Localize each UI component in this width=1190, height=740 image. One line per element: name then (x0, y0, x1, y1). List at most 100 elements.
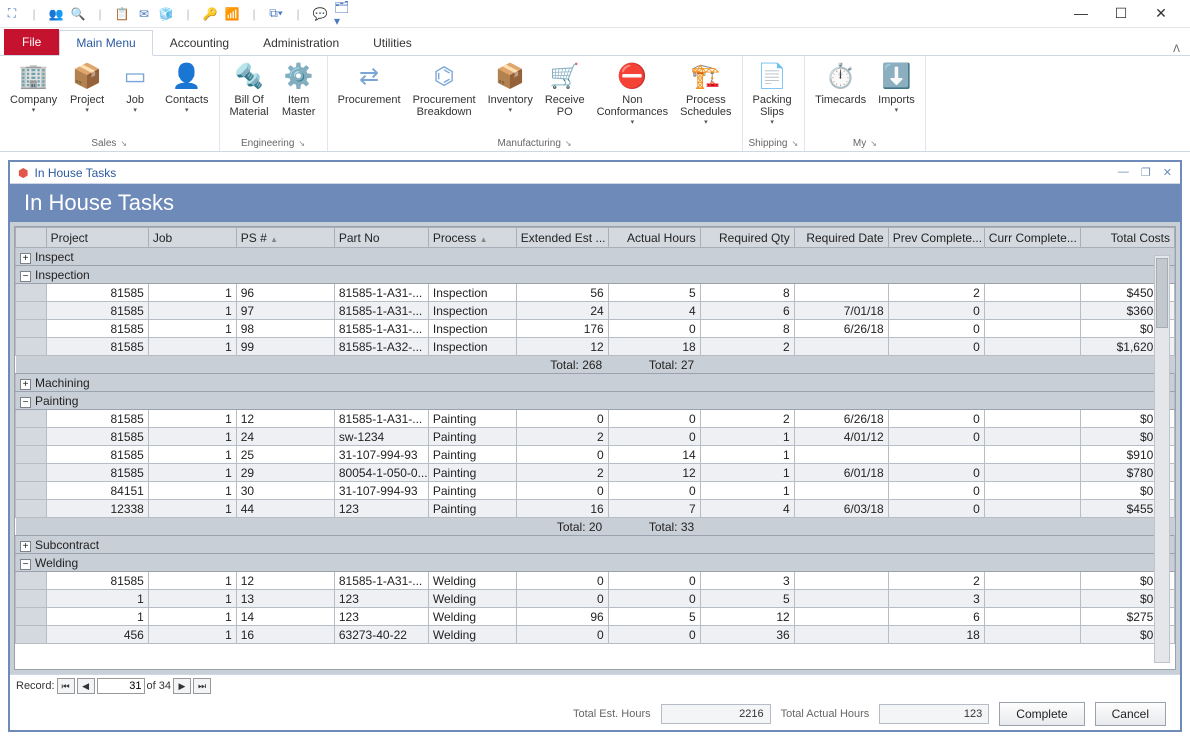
group-row[interactable]: −Welding (16, 554, 1175, 572)
table-row[interactable]: 8415113031-107-994-93Painting0010$0.00 (16, 482, 1175, 500)
group-label-shipping: Shipping (749, 138, 788, 149)
nonconformances-button[interactable]: ⛔Non Conformances ▾ (593, 58, 673, 136)
job-button[interactable]: ▭Job▾ (113, 58, 157, 136)
qat-icon[interactable]: 🔍 (70, 6, 86, 22)
mdi-close-icon[interactable]: ✕ (1163, 166, 1172, 179)
record-navigator: Record: ⏮ ◀ of 34 ▶ ⏭ (10, 675, 1180, 697)
qat-icon[interactable]: ⧉▾ (268, 6, 284, 22)
file-tab[interactable]: File (4, 29, 59, 55)
close-button[interactable]: ✕ (1148, 5, 1174, 22)
tab-accounting[interactable]: Accounting (153, 29, 246, 55)
scrollbar-thumb[interactable] (1156, 258, 1168, 328)
contacts-icon: 👤 (171, 60, 203, 92)
table-row[interactable]: 1113123Welding0053$0.00 (16, 590, 1175, 608)
tree-icon: ⌬ (428, 60, 460, 92)
cart-icon: 🛒 (549, 60, 581, 92)
nav-next-button[interactable]: ▶ (173, 678, 191, 694)
group-row[interactable]: +Machining (16, 374, 1175, 392)
table-row[interactable]: 8158512980054-1-050-0...Painting21216/01… (16, 464, 1175, 482)
total-est-field (661, 704, 771, 724)
packing-slips-button[interactable]: 📄Packing Slips ▾ (749, 58, 796, 136)
table-row[interactable]: 8158511281585-1-A31-...Painting0026/26/1… (16, 410, 1175, 428)
page-header: In House Tasks (10, 184, 1180, 222)
group-label-my: My (853, 138, 866, 149)
group-row[interactable]: −Painting (16, 392, 1175, 410)
record-input[interactable] (97, 678, 145, 694)
ribbon: 🏢Company▾ 📦Project▾ ▭Job▾ 👤Contacts▾ Sal… (0, 56, 1190, 152)
company-icon: 🏢 (18, 60, 50, 92)
mdi-restore-icon[interactable]: ❐ (1141, 166, 1151, 179)
record-of-label: of 34 (147, 680, 171, 692)
qat-icon[interactable]: ✉ (136, 6, 152, 22)
stop-icon: ⛔ (616, 60, 648, 92)
qat-icon[interactable]: 📋 (114, 6, 130, 22)
table-row[interactable]: 81585124sw-1234Painting2014/01/120$0.00 (16, 428, 1175, 446)
dialog-launcher-icon[interactable]: ↘ (791, 139, 798, 148)
tab-main-menu[interactable]: Main Menu (59, 30, 152, 56)
dialog-launcher-icon[interactable]: ↘ (298, 139, 305, 148)
app-icon: ⛶ (4, 6, 20, 22)
window-title: In House Tasks (34, 166, 116, 180)
receive-po-button[interactable]: 🛒Receive PO (541, 58, 589, 136)
table-row[interactable]: 8158511281585-1-A31-...Welding0032$0.00 (16, 572, 1175, 590)
vertical-scrollbar[interactable] (1154, 255, 1170, 663)
project-button[interactable]: 📦Project▾ (65, 58, 109, 136)
dialog-launcher-icon[interactable]: ↘ (870, 139, 877, 148)
table-row[interactable]: 8158519781585-1-A31-...Inspection24467/0… (16, 302, 1175, 320)
complete-button[interactable]: Complete (999, 702, 1084, 726)
mdi-minimize-icon[interactable]: — (1118, 166, 1129, 179)
qat-icon[interactable]: 📶 (224, 6, 240, 22)
gear-icon: ⚙️ (283, 60, 315, 92)
inventory-button[interactable]: 📦Inventory▾ (484, 58, 537, 136)
nav-first-button[interactable]: ⏮ (57, 678, 75, 694)
table-row[interactable]: 12338144123Painting16746/03/180$455.00 (16, 500, 1175, 518)
bom-button[interactable]: 🔩Bill Of Material (226, 58, 273, 136)
group-row[interactable]: +Subcontract (16, 536, 1175, 554)
procurement-button[interactable]: ⇄Procurement (334, 58, 405, 136)
timecards-button[interactable]: ⏱️Timecards (811, 58, 870, 136)
total-est-label: Total Est. Hours (573, 708, 651, 720)
imports-button[interactable]: ⬇️Imports▾ (874, 58, 919, 136)
box-icon: 📦 (494, 60, 526, 92)
qat-icon[interactable]: 💬 (312, 6, 328, 22)
group-total-row: Total: 268Total: 27 (16, 356, 1175, 374)
table-row[interactable]: 8158512531-107-994-93Painting0141$910.00 (16, 446, 1175, 464)
maximize-button[interactable]: ☐ (1108, 5, 1134, 22)
nav-last-button[interactable]: ⏭ (193, 678, 211, 694)
sort-icon: ▲ (270, 235, 278, 244)
group-total-row: Total: 20Total: 33 (16, 518, 1175, 536)
mdi-window: ⬢ In House Tasks — ❐ ✕ In House Tasks Pr… (8, 160, 1182, 732)
qat-icon[interactable]: 🗂▾ (334, 6, 350, 22)
tab-administration[interactable]: Administration (246, 29, 356, 55)
table-row[interactable]: 1114123Welding965126$275.00 (16, 608, 1175, 626)
process-schedules-button[interactable]: 🏗️Process Schedules ▾ (676, 58, 735, 136)
import-icon: ⬇️ (880, 60, 912, 92)
company-button[interactable]: 🏢Company▾ (6, 58, 61, 136)
window-icon: ⬢ (18, 166, 28, 180)
total-actual-field (879, 704, 989, 724)
qat-icon[interactable]: 👥 (48, 6, 64, 22)
tab-utilities[interactable]: Utilities (356, 29, 429, 55)
qat-icon[interactable]: 🧊 (158, 6, 174, 22)
table-row[interactable]: 8158519981585-1-A32-...Inspection121820$… (16, 338, 1175, 356)
tasks-grid[interactable]: Project Job PS # ▲ Part No Process ▲ Ext… (14, 226, 1176, 670)
procurement-breakdown-button[interactable]: ⌬Procurement Breakdown (409, 58, 480, 136)
clock-icon: ⏱️ (825, 60, 857, 92)
item-master-button[interactable]: ⚙️Item Master (277, 58, 321, 136)
collapse-ribbon-icon[interactable]: ᐱ (1173, 44, 1180, 55)
cancel-button[interactable]: Cancel (1095, 702, 1166, 726)
document-icon: 📄 (756, 60, 788, 92)
table-row[interactable]: 45611663273-40-22Welding003618$0.00 (16, 626, 1175, 644)
table-row[interactable]: 8158519881585-1-A31-...Inspection176086/… (16, 320, 1175, 338)
group-label-engineering: Engineering (241, 138, 294, 149)
dialog-launcher-icon[interactable]: ↘ (565, 139, 572, 148)
group-row[interactable]: −Inspection (16, 266, 1175, 284)
contacts-button[interactable]: 👤Contacts▾ (161, 58, 212, 136)
dialog-launcher-icon[interactable]: ↘ (120, 139, 127, 148)
qat-icon[interactable]: 🔑 (202, 6, 218, 22)
column-headers[interactable]: Project Job PS # ▲ Part No Process ▲ Ext… (16, 228, 1175, 248)
group-row[interactable]: +Inspect (16, 248, 1175, 266)
table-row[interactable]: 8158519681585-1-A31-...Inspection56582$4… (16, 284, 1175, 302)
minimize-button[interactable]: — (1068, 5, 1094, 22)
nav-prev-button[interactable]: ◀ (77, 678, 95, 694)
